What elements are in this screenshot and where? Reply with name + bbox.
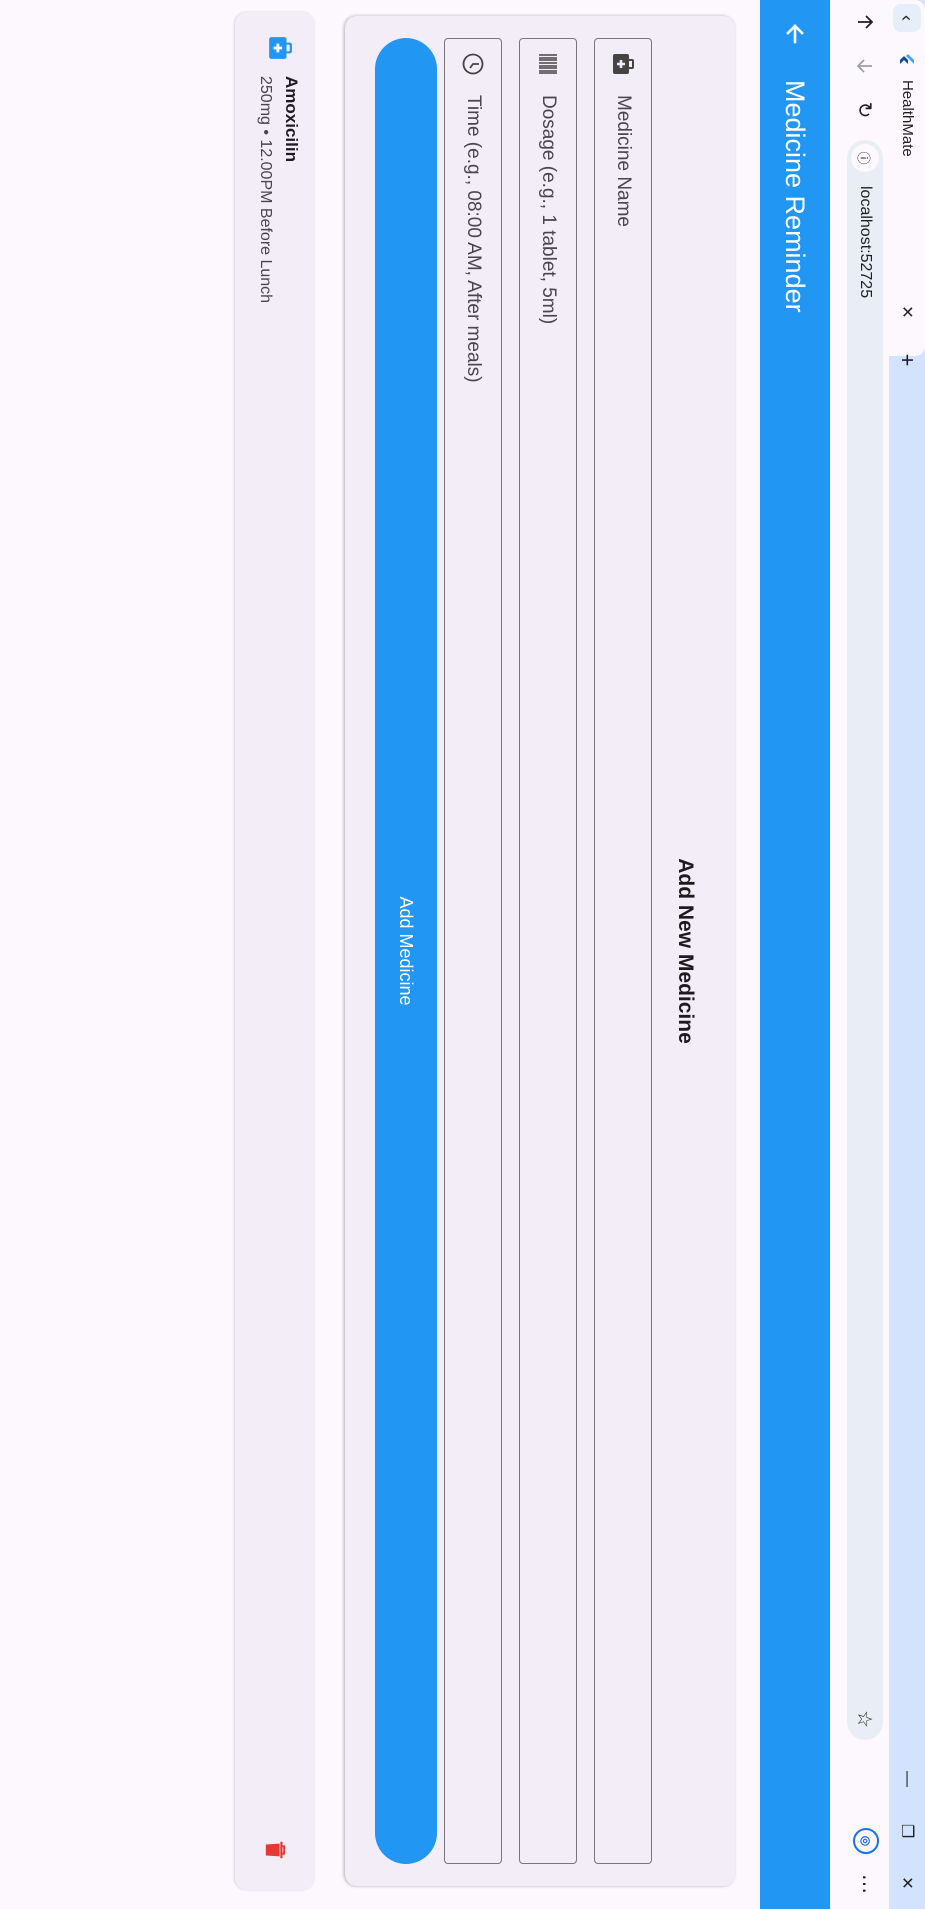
card-title: Add New Medicine bbox=[674, 858, 697, 1044]
medical-bag-icon bbox=[266, 34, 294, 62]
reload-icon[interactable]: ↻ bbox=[849, 94, 881, 126]
medical-bag-icon bbox=[610, 51, 636, 77]
forward-nav-icon[interactable] bbox=[849, 50, 881, 82]
back-arrow-icon[interactable] bbox=[773, 12, 817, 56]
medicine-name: Amoxicilin bbox=[282, 76, 301, 162]
page-title: Medicine Reminder bbox=[780, 80, 810, 313]
browser-window: ‹ HealthMate ✕ + — ❐ ✕ ↻ ⓘ localhost:527… bbox=[0, 0, 925, 1909]
add-medicine-button[interactable]: Add Medicine bbox=[375, 38, 437, 1864]
minimize-icon[interactable]: — bbox=[889, 1753, 925, 1805]
medicine-detail: 250mg • 12.00PM Before Lunch bbox=[257, 76, 274, 304]
profile-icon[interactable]: ◎ bbox=[853, 1828, 879, 1854]
screen: ‹ HealthMate ✕ + — ❐ ✕ ↻ ⓘ localhost:527… bbox=[0, 0, 925, 1909]
tab-close-icon[interactable]: ✕ bbox=[895, 300, 919, 324]
app-bar: Medicine Reminder bbox=[760, 0, 830, 1909]
list-item[interactable]: Amoxicilin 250mg • 12.00PM Before Lunch bbox=[235, 12, 315, 1890]
back-nav-icon[interactable] bbox=[849, 6, 881, 38]
tab-healthmate[interactable]: ‹ HealthMate ✕ bbox=[889, 0, 925, 356]
browser-menu-icon[interactable]: ⋯ bbox=[849, 1868, 881, 1900]
clock-icon bbox=[460, 51, 486, 77]
medicine-name-input[interactable] bbox=[595, 95, 651, 1845]
trash-icon[interactable] bbox=[255, 1830, 295, 1870]
chevron-left-icon: ‹ bbox=[897, 15, 918, 21]
close-window-icon[interactable]: ✕ bbox=[889, 1857, 925, 1909]
url-text[interactable]: localhost:52725 bbox=[856, 186, 874, 298]
time-field[interactable] bbox=[444, 38, 502, 1864]
medicine-name-field[interactable] bbox=[594, 38, 652, 1864]
dosage-input[interactable] bbox=[520, 95, 576, 1845]
flutter-icon bbox=[900, 52, 914, 66]
bookmark-star-icon[interactable]: ☆ bbox=[852, 1710, 877, 1728]
address-bar[interactable]: ⓘ localhost:52725 ☆ bbox=[847, 140, 883, 1740]
time-input[interactable] bbox=[445, 95, 501, 1845]
barcode-icon bbox=[535, 51, 561, 77]
browser-toolbar: ↻ ⓘ localhost:52725 ☆ ◎ ⋯ bbox=[841, 0, 889, 1909]
tab-scroll-button[interactable]: ‹ bbox=[893, 4, 921, 32]
dosage-field[interactable] bbox=[519, 38, 577, 1864]
add-medicine-card: Add New Medicine Add Medicine bbox=[345, 16, 735, 1886]
tab-title: HealthMate bbox=[899, 80, 916, 157]
site-info-icon[interactable]: ⓘ bbox=[851, 144, 879, 172]
tab-strip: ‹ HealthMate ✕ + — ❐ ✕ bbox=[889, 0, 925, 1909]
maximize-icon[interactable]: ❐ bbox=[889, 1805, 925, 1857]
new-tab-button[interactable]: + bbox=[893, 346, 921, 374]
